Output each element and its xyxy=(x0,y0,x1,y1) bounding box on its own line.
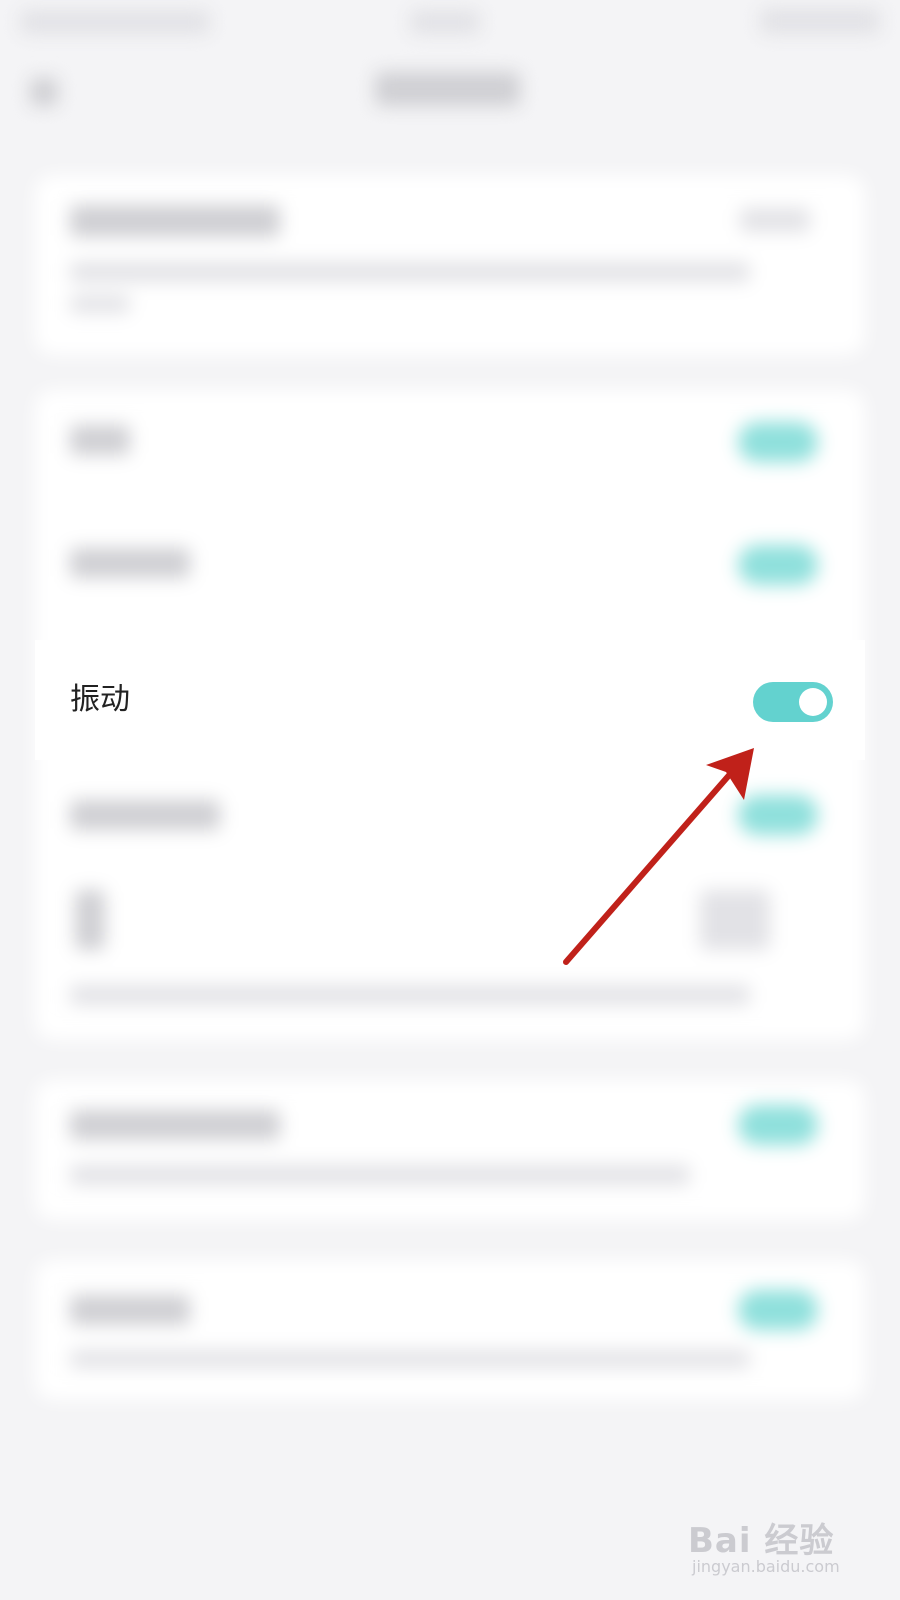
blurred-background xyxy=(0,0,900,1600)
toggle-knob xyxy=(799,688,827,716)
baidu-jingyan-watermark: Bai 经验 jingyan.baidu.com xyxy=(688,1505,858,1585)
vibration-setting-row[interactable]: 振动 xyxy=(35,640,865,760)
watermark-brand: Bai 经验 xyxy=(688,1521,835,1561)
settings-screen: 振动 Bai 经验 jingyan.baidu.com xyxy=(0,0,900,1600)
vibration-label: 振动 xyxy=(70,682,130,717)
vibration-toggle[interactable] xyxy=(753,682,833,722)
watermark-url: jingyan.baidu.com xyxy=(692,1557,840,1576)
